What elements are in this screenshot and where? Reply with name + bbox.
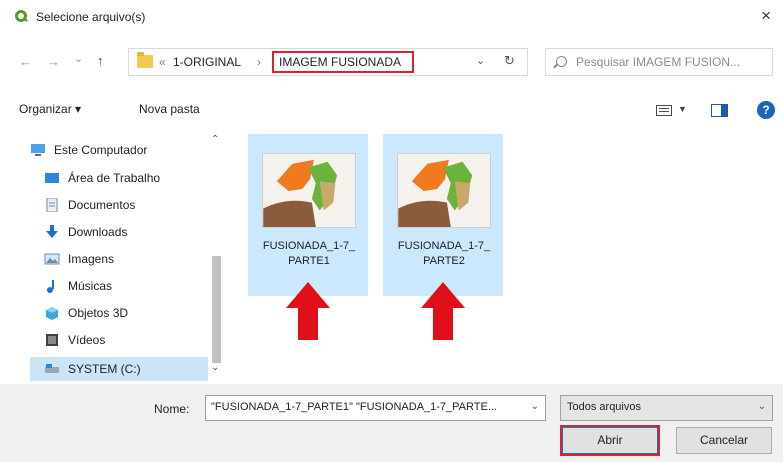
file-type-select[interactable]: Todos arquivos ⌄: [560, 395, 773, 421]
sidebar-item-label: Downloads: [68, 225, 128, 239]
scroll-up-icon[interactable]: ⌃: [211, 134, 219, 145]
sidebar-item-objetos-3d[interactable]: Objetos 3D: [44, 301, 229, 325]
view-options-icon[interactable]: [656, 105, 672, 116]
download-icon: [46, 225, 58, 238]
file-name-value: "FUSIONADA_1-7_PARTE1" "FUSIONADA_1-7_PA…: [211, 401, 497, 413]
sidebar-item-musicas[interactable]: Músicas: [44, 274, 229, 298]
up-arrow-icon[interactable]: ↑: [97, 53, 104, 68]
back-arrow-icon[interactable]: ←: [19, 54, 32, 69]
recent-locations-chevron-icon[interactable]: ⌄: [74, 52, 83, 65]
open-button[interactable]: Abrir: [560, 425, 660, 456]
address-bar[interactable]: « 1-ORIGINAL › IMAGEM FUSIONADA ⌄ ↻: [128, 48, 528, 76]
sidebar-item-label: Vídeos: [68, 333, 106, 347]
forward-arrow-icon[interactable]: →: [47, 54, 60, 69]
sidebar-item-label: Músicas: [68, 279, 113, 293]
sidebar-item-videos[interactable]: Vídeos: [44, 328, 229, 352]
qgis-app-icon: [15, 10, 28, 22]
file-name-label-text: Nome:: [154, 402, 190, 416]
music-icon: [47, 280, 54, 293]
video-icon: [46, 334, 58, 346]
address-dropdown-chevron-icon[interactable]: ⌄: [476, 54, 485, 67]
file-type-chevron-icon[interactable]: ⌄: [758, 401, 766, 412]
breadcrumb-item-original[interactable]: 1-ORIGINAL: [173, 55, 241, 69]
file-name-line2: PARTE2: [423, 255, 465, 267]
view-options-chevron-icon[interactable]: ▼: [678, 104, 687, 114]
sidebar-item-system-drive[interactable]: SYSTEM (C:): [30, 357, 208, 381]
cancel-button[interactable]: Cancelar: [676, 427, 772, 454]
scrollbar-thumb[interactable]: [212, 256, 221, 363]
search-input[interactable]: Pesquisar IMAGEM FUSION...: [545, 48, 773, 76]
file-item-parte2[interactable]: FUSIONADA_1-7_ PARTE2: [383, 134, 503, 296]
refresh-icon[interactable]: ↻: [504, 53, 515, 69]
desktop-icon: [45, 173, 59, 183]
breadcrumb-overflow[interactable]: «: [159, 55, 166, 69]
close-icon[interactable]: ×: [761, 6, 771, 26]
document-icon: [46, 198, 58, 212]
sidebar-item-label: Imagens: [68, 252, 115, 266]
file-name-line2: PARTE1: [288, 255, 330, 267]
sidebar-item-documentos[interactable]: Documentos: [44, 193, 229, 217]
title-bar: Selecione arquivo(s) ×: [0, 0, 783, 34]
file-type-value: Todos arquivos: [567, 401, 641, 413]
sidebar-item-label: SYSTEM (C:): [68, 362, 141, 376]
help-icon[interactable]: ?: [757, 101, 775, 119]
sidebar-item-label: Documentos: [68, 198, 136, 212]
annotation-arrow-icon: [286, 282, 330, 340]
search-placeholder: Pesquisar IMAGEM FUSION...: [576, 55, 741, 69]
organize-menu-button[interactable]: Organizar ▾: [19, 102, 81, 116]
file-name-line1: FUSIONADA_1-7_: [397, 240, 491, 252]
sidebar-item-downloads[interactable]: Downloads: [44, 220, 229, 244]
pictures-icon: [44, 253, 60, 265]
preview-pane-icon[interactable]: [711, 104, 728, 117]
sidebar-item-label: Este Computador: [54, 143, 148, 157]
sidebar-item-label: Objetos 3D: [68, 306, 129, 320]
image-thumbnail: [262, 153, 356, 228]
breadcrumb-separator: ›: [257, 55, 261, 69]
navigation-pane: Este Computador Área de Trabalho Documen…: [30, 134, 230, 384]
annotation-arrow-icon: [421, 282, 465, 340]
window-title: Selecione arquivo(s): [36, 10, 146, 24]
sidebar-scrollbar[interactable]: ⌃ ⌄: [207, 134, 224, 381]
new-folder-button[interactable]: Nova pasta: [139, 102, 200, 116]
folder-icon: [137, 52, 153, 68]
sidebar-item-label: Área de Trabalho: [68, 171, 161, 185]
sidebar-item-imagens[interactable]: Imagens: [44, 247, 229, 271]
image-thumbnail: [397, 153, 491, 228]
file-item-parte1[interactable]: FUSIONADA_1-7_ PARTE1: [248, 134, 368, 296]
file-name-line1: FUSIONADA_1-7_: [262, 240, 356, 252]
file-name-input[interactable]: "FUSIONADA_1-7_PARTE1" "FUSIONADA_1-7_PA…: [205, 395, 546, 421]
drive-icon: [45, 364, 59, 373]
computer-icon: [31, 144, 45, 156]
sidebar-item-area-de-trabalho[interactable]: Área de Trabalho: [44, 166, 229, 190]
sidebar-item-este-computador[interactable]: Este Computador: [30, 138, 215, 162]
file-name-dropdown-chevron-icon[interactable]: ⌄: [531, 401, 539, 412]
file-name-label: FUSIONADA_1-7_ PARTE2: [388, 239, 500, 269]
search-icon: [556, 56, 567, 67]
3d-objects-icon: [46, 307, 58, 320]
file-name-label: FUSIONADA_1-7_ PARTE1: [253, 239, 365, 269]
breadcrumb-highlight-box: [272, 51, 414, 73]
scroll-down-icon[interactable]: ⌄: [211, 362, 219, 373]
